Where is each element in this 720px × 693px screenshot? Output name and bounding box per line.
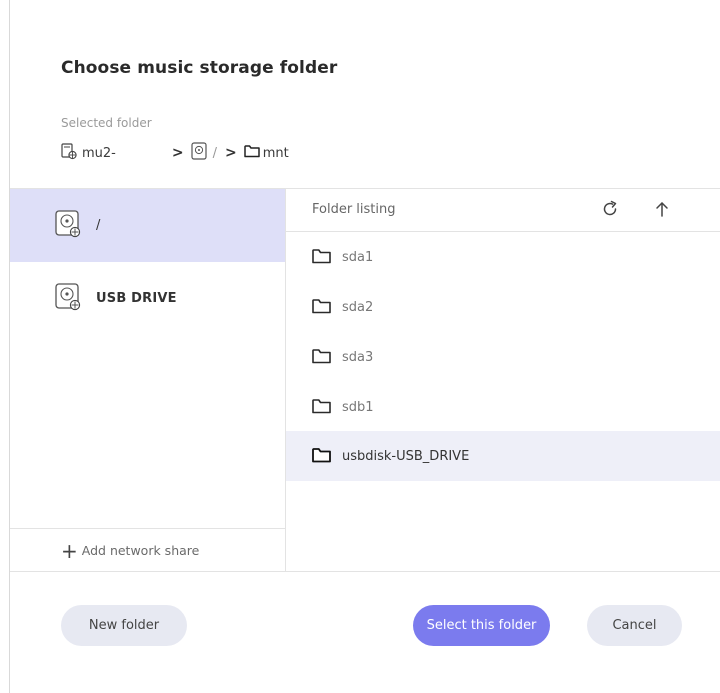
folder-row[interactable]: sda3 <box>286 332 720 382</box>
drive-label: USB DRIVE <box>96 291 177 306</box>
folder-row[interactable]: sda2 <box>286 282 720 332</box>
breadcrumb-mnt[interactable]: mnt <box>243 144 289 162</box>
folder-icon <box>312 248 331 268</box>
breadcrumb-mnt-label: mnt <box>262 145 289 161</box>
breadcrumb-root-label: / <box>212 145 217 161</box>
folder-icon <box>312 398 331 418</box>
drive-label: / <box>96 218 101 233</box>
folder-row-selected[interactable]: usbdisk-USB_DRIVE <box>286 431 720 481</box>
drive-list: / USB DRIVE <box>10 188 285 571</box>
drive-item-usb[interactable]: USB DRIVE <box>10 262 285 335</box>
breadcrumb: mu2- > / > mnt <box>61 141 289 165</box>
folder-listing-header: Folder listing <box>286 188 720 232</box>
folder-icon <box>312 348 331 368</box>
cancel-button[interactable]: Cancel <box>587 605 682 646</box>
breadcrumb-device[interactable]: mu2- <box>61 142 116 164</box>
folder-listing-title: Folder listing <box>312 202 396 217</box>
hard-drive-icon <box>54 282 82 316</box>
go-up-button[interactable] <box>650 199 674 223</box>
folder-row[interactable]: sda1 <box>286 232 720 282</box>
new-folder-button[interactable]: New folder <box>61 605 187 646</box>
refresh-icon <box>600 199 620 223</box>
hard-drive-icon <box>54 209 82 243</box>
choose-folder-dialog: Choose music storage folder Selected fol… <box>0 0 720 693</box>
folder-name: usbdisk-USB_DRIVE <box>342 448 470 464</box>
folder-icon <box>312 447 331 467</box>
refresh-button[interactable] <box>598 199 622 223</box>
network-drive-icon <box>61 142 78 164</box>
selected-folder-label: Selected folder <box>61 116 152 130</box>
add-network-share-button[interactable]: + Add network share <box>10 528 285 572</box>
folder-icon <box>312 298 331 318</box>
add-network-share-label: Add network share <box>81 543 200 558</box>
breadcrumb-root[interactable]: / <box>191 142 217 164</box>
folder-name: sdb1 <box>342 399 374 415</box>
folder-name: sda3 <box>342 349 374 365</box>
disk-icon <box>191 142 207 164</box>
arrow-up-icon <box>653 200 671 222</box>
folder-name: sda2 <box>342 299 374 315</box>
folder-listing: Folder listing sda1 sda2 sda3 sdb1 usbdi… <box>286 188 720 571</box>
select-this-folder-button[interactable]: Select this folder <box>413 605 550 646</box>
breadcrumb-separator: > <box>225 145 237 161</box>
breadcrumb-device-name: mu2- <box>82 145 116 161</box>
plus-icon: + <box>61 538 78 563</box>
dialog-title: Choose music storage folder <box>61 58 338 78</box>
drive-item-root[interactable]: / <box>10 189 285 262</box>
folder-name: sda1 <box>342 249 374 265</box>
folder-row[interactable]: sdb1 <box>286 382 720 432</box>
breadcrumb-separator: > <box>171 145 184 161</box>
folder-icon <box>243 144 260 162</box>
